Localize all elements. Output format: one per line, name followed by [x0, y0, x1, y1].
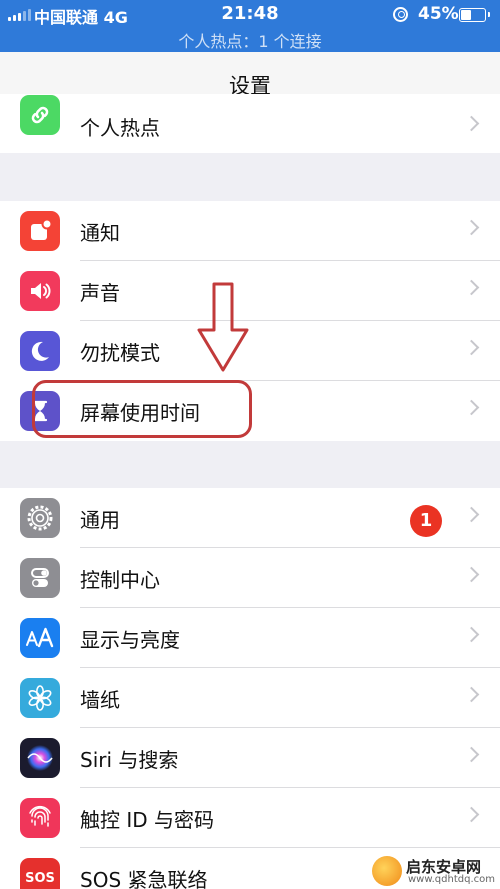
- settings-row-label: 墙纸: [80, 688, 120, 712]
- chevron-right-icon: [463, 219, 480, 236]
- settings-row-label: Siri 与搜索: [80, 748, 179, 772]
- text-size-icon: [20, 618, 60, 658]
- battery-icon: [459, 8, 490, 22]
- gear-icon: [20, 498, 60, 538]
- link-icon: [20, 95, 60, 135]
- annotation-arrow-icon: [197, 282, 249, 372]
- sos-icon: SOS: [20, 858, 60, 889]
- flower-icon: [20, 678, 60, 718]
- chevron-right-icon: [463, 115, 480, 132]
- fingerprint-icon: [20, 798, 60, 838]
- chevron-right-icon: [463, 399, 480, 416]
- settings-row-label: SOS 紧急联络: [80, 868, 208, 889]
- hotspot-banner[interactable]: 个人热点：1 个连接: [0, 28, 500, 52]
- settings-row-wallpaper[interactable]: 墙纸: [0, 668, 500, 728]
- orientation-lock-icon: [393, 7, 408, 22]
- battery-percent: 45%: [418, 4, 459, 24]
- chevron-right-icon: [463, 279, 480, 296]
- settings-row-general[interactable]: 通用 1: [0, 488, 500, 548]
- settings-row-control-center[interactable]: 控制中心: [0, 548, 500, 608]
- settings-row-display-brightness[interactable]: 显示与亮度: [0, 608, 500, 668]
- toggles-icon: [20, 558, 60, 598]
- chevron-right-icon: [463, 686, 480, 703]
- settings-row-label: 声音: [80, 281, 120, 305]
- settings-row-personal-hotspot[interactable]: 个人热点: [0, 94, 500, 153]
- watermark: 启东安卓网 www.qdhtdq.com: [372, 856, 500, 889]
- chevron-right-icon: [463, 746, 480, 763]
- chevron-right-icon: [463, 339, 480, 356]
- settings-row-sounds[interactable]: 声音: [0, 261, 500, 321]
- moon-icon: [20, 331, 60, 371]
- notification-icon: [20, 211, 60, 251]
- settings-row-label: 通知: [80, 221, 120, 245]
- settings-row-label: 控制中心: [80, 568, 160, 592]
- settings-row-label: 显示与亮度: [80, 628, 180, 652]
- chevron-right-icon: [463, 806, 480, 823]
- settings-row-label: 个人热点: [80, 116, 160, 140]
- settings-row-do-not-disturb[interactable]: 勿扰模式: [0, 321, 500, 381]
- chevron-right-icon: [463, 506, 480, 523]
- settings-row-label: 勿扰模式: [80, 341, 160, 365]
- watermark-logo-icon: [372, 856, 402, 886]
- settings-row-siri-search[interactable]: Siri 与搜索: [0, 728, 500, 788]
- watermark-url: www.qdhtdq.com: [408, 874, 495, 885]
- speaker-icon: [20, 271, 60, 311]
- annotation-highlight-box: [32, 380, 252, 438]
- settings-row-notifications[interactable]: 通知: [0, 201, 500, 261]
- settings-row-touch-id-passcode[interactable]: 触控 ID 与密码: [0, 788, 500, 848]
- chevron-right-icon: [463, 566, 480, 583]
- settings-row-label: 触控 ID 与密码: [80, 808, 215, 832]
- settings-row-label: 通用: [80, 508, 120, 532]
- notification-badge: 1: [410, 505, 442, 537]
- status-bar: 中国联通 4G 21:48 45% 个人热点：1 个连接: [0, 0, 500, 52]
- chevron-right-icon: [463, 626, 480, 643]
- siri-icon: [20, 738, 60, 778]
